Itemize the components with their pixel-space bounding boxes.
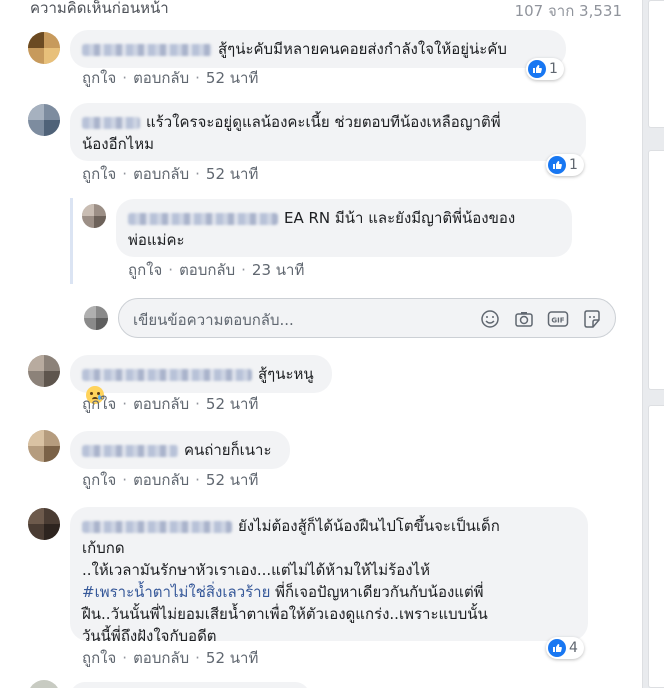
smiley-icon[interactable] <box>479 308 501 330</box>
comment-bubble: คนถ่ายก็เนาะ <box>70 431 290 469</box>
like-icon <box>548 156 566 174</box>
like-button[interactable]: ถูกใจ <box>82 471 116 489</box>
commenter-name[interactable] <box>82 43 212 56</box>
hashtag-link[interactable]: #เพราะน้ำตาไม่ใช่สิ่งเลวร้าย <box>82 583 270 601</box>
reaction-count[interactable]: 4 <box>546 637 584 659</box>
comment-text: คนถ่ายก็เนาะ <box>184 441 272 459</box>
timestamp[interactable]: 52 นาที <box>206 649 258 667</box>
reply-button[interactable]: ตอบกลับ <box>133 165 189 183</box>
like-icon <box>548 639 566 657</box>
comment-count: 107 จาก 3,531 <box>514 2 622 20</box>
sidebar-card <box>648 0 664 128</box>
comment-actions: ถูกใจ · ตอบกลับ · 52 นาที <box>82 69 259 87</box>
reply-placeholder: เขียนข้อความตอบกลับ... <box>133 311 294 329</box>
avatar[interactable] <box>28 32 60 64</box>
avatar[interactable] <box>28 355 60 387</box>
comment-text: วันนี้พี่ถึงฝังใจกับอดีต <box>82 627 217 645</box>
avatar[interactable] <box>82 204 106 228</box>
reaction-count[interactable]: 1 <box>546 154 584 176</box>
comment-bubble: สู้ๆนะหนู <box>70 355 332 404</box>
reply-input[interactable]: เขียนข้อความตอบกลับ... GIF <box>118 298 616 338</box>
comment-text: สู้ๆน่ะคับมีหลายคนคอยส่งกำลังใจให้อยู่น่… <box>218 40 507 58</box>
like-icon <box>528 60 546 78</box>
commenter-name[interactable] <box>82 368 252 381</box>
like-button[interactable]: ถูกใจ <box>128 261 162 279</box>
reply-button[interactable]: ตอบกลับ <box>133 649 189 667</box>
like-button[interactable]: ถูกใจ <box>82 69 116 87</box>
comment-text: เก้บกด <box>82 539 125 557</box>
svg-text:GIF: GIF <box>551 317 564 325</box>
avatar[interactable] <box>28 508 60 540</box>
comment-actions: ถูกใจ · ตอบกลับ · 52 นาที <box>82 649 259 667</box>
comment-actions: ถูกใจ · ตอบกลับ · 52 นาที <box>82 471 259 489</box>
commenter-name[interactable] <box>82 520 232 533</box>
comment-bubble <box>70 682 310 688</box>
comments-panel: ความคิดเห็นก่อนหน้า 107 จาก 3,531 สู้ๆน่… <box>0 0 642 688</box>
comment-text: ยังไม่ต้องสู้ก็ได้น้องฝืนไปโตขึ้นจะเป็นเ… <box>238 517 500 535</box>
reaction-count[interactable]: 1 <box>526 58 564 80</box>
reply-button[interactable]: ตอบกลับ <box>133 395 189 413</box>
like-button[interactable]: ถูกใจ <box>82 165 116 183</box>
timestamp[interactable]: 52 นาที <box>206 69 258 87</box>
reply-bubble: EA RN มีน้า และยังมีญาติพี่น้องของ พ่อแม… <box>116 199 572 257</box>
sticker-icon[interactable] <box>581 308 603 330</box>
like-button[interactable]: ถูกใจ <box>82 395 116 413</box>
sidebar-card <box>648 150 664 390</box>
previous-comments-row: ความคิดเห็นก่อนหน้า 107 จาก 3,531 <box>30 0 630 22</box>
reply-button[interactable]: ตอบกลับ <box>133 471 189 489</box>
sidebar-card <box>648 405 664 688</box>
commenter-name[interactable] <box>128 212 278 225</box>
reply-button[interactable]: ตอบกลับ <box>179 261 235 279</box>
camera-icon[interactable] <box>513 308 535 330</box>
timestamp[interactable]: 52 นาที <box>206 395 258 413</box>
comment-bubble: แร้วใครจะอยู่ดูแลน้องคะเนี้ย ช่วยตอบทีน้… <box>70 103 586 161</box>
comment-text: แร้วใครจะอยู่ดูแลน้องคะเนี้ย ช่วยตอบทีน้… <box>146 113 501 131</box>
comment-actions: ถูกใจ · ตอบกลับ · 52 นาที <box>82 165 259 183</box>
comment-text: พี่ก็เจอปัญหาเดียวกันกับน้องแต่พี่ <box>270 583 484 601</box>
reply-actions: ถูกใจ · ตอบกลับ · 23 นาที <box>128 261 305 279</box>
comment-bubble: สู้ๆน่ะคับมีหลายคนคอยส่งกำลังใจให้อยู่น่… <box>70 30 566 68</box>
reply-thread-line <box>70 198 73 284</box>
avatar[interactable] <box>28 104 60 136</box>
view-previous-comments-link[interactable]: ความคิดเห็นก่อนหน้า <box>30 0 169 20</box>
commenter-name[interactable] <box>82 444 178 457</box>
timestamp[interactable]: 52 นาที <box>206 165 258 183</box>
gif-icon[interactable]: GIF <box>547 308 569 330</box>
comment-text: สู้ๆนะหนู <box>258 365 314 383</box>
my-avatar <box>84 306 108 330</box>
comment-text: ฝืน..วันนั้นพี่ไม่ยอมเสียน้ำตาเพื่อให้ตั… <box>82 605 488 623</box>
reply-text: พ่อแม่คะ <box>128 231 185 249</box>
like-button[interactable]: ถูกใจ <box>82 649 116 667</box>
avatar[interactable] <box>28 430 60 462</box>
timestamp[interactable]: 52 นาที <box>206 471 258 489</box>
comment-text: ..ให้เวลามันรักษาหัวเราเอง...แต่ไม่ได้ห้… <box>82 561 430 579</box>
comment-actions: ถูกใจ · ตอบกลับ · 52 นาที <box>82 395 259 413</box>
comment-text: น้องอีกไหม <box>82 135 154 153</box>
timestamp[interactable]: 23 นาที <box>252 261 304 279</box>
commenter-name[interactable] <box>82 116 140 129</box>
comment-bubble: ยังไม่ต้องสู้ก็ได้น้องฝืนไปโตขึ้นจะเป็นเ… <box>70 507 588 645</box>
avatar[interactable] <box>28 680 60 688</box>
reply-button[interactable]: ตอบกลับ <box>133 69 189 87</box>
reply-text: EA RN มีน้า และยังมีญาติพี่น้องของ <box>284 209 516 227</box>
